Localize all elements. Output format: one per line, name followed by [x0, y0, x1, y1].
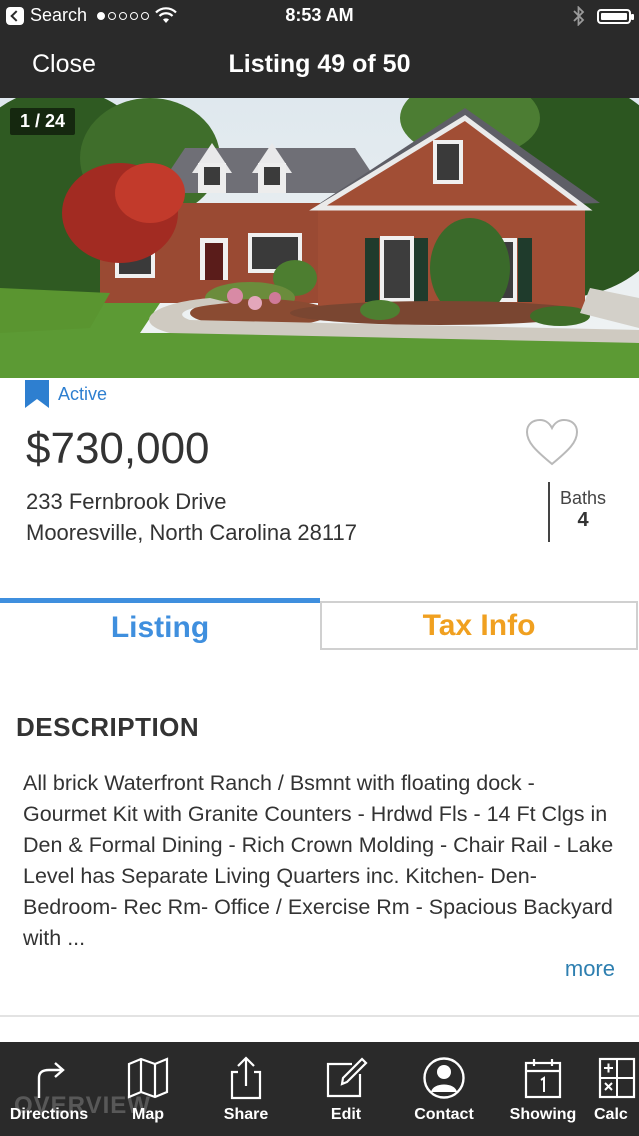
favorite-heart-icon[interactable] — [525, 418, 579, 468]
directions-label: Directions — [9, 1106, 89, 1123]
section-divider — [0, 1015, 639, 1017]
showing-button[interactable]: Showing — [495, 1056, 591, 1124]
description-text: All brick Waterfront Ranch / Bsmnt with … — [23, 771, 614, 950]
listing-status: Active — [24, 380, 107, 408]
contact-button[interactable]: Contact — [396, 1056, 492, 1124]
share-icon — [230, 1056, 262, 1100]
calendar-icon — [524, 1059, 562, 1099]
baths-value: 4 — [577, 509, 589, 531]
listing-photo[interactable]: 1 / 24 — [0, 98, 639, 378]
map-label: Map — [132, 1106, 164, 1123]
baths-summary: Baths 4 — [548, 482, 606, 542]
edit-icon — [326, 1057, 368, 1098]
share-label: Share — [223, 1106, 269, 1123]
calc-button[interactable]: Calc — [594, 1056, 639, 1124]
share-button[interactable]: Share — [198, 1056, 294, 1124]
bookmark-icon — [25, 380, 49, 408]
tab-listing[interactable]: Listing — [0, 598, 320, 652]
bottom-toolbar: OVERVIEW Directions Map Share Edit Conta… — [0, 1042, 639, 1136]
listing-price: $730,000 — [26, 424, 210, 473]
directions-arrow-icon — [37, 1062, 65, 1098]
edit-button[interactable]: Edit — [298, 1056, 394, 1124]
baths-label: Baths — [560, 488, 607, 508]
address-line-1: 233 Fernbrook Drive — [26, 489, 227, 514]
bluetooth-icon — [573, 6, 585, 26]
map-icon — [127, 1057, 169, 1099]
navigation-bar: Close Listing 49 of 50 — [0, 32, 639, 98]
tab-tax-info[interactable]: Tax Info — [320, 601, 638, 650]
contact-icon — [423, 1057, 465, 1099]
address-line-2: Mooresville, North Carolina 28117 — [26, 520, 357, 545]
status-right — [573, 6, 634, 26]
more-link[interactable]: more — [565, 956, 615, 982]
status-label: Active — [58, 383, 108, 404]
calculator-icon — [598, 1057, 636, 1099]
directions-button[interactable]: Directions — [1, 1056, 97, 1124]
status-time: 8:53 AM — [285, 5, 354, 25]
description-heading: DESCRIPTION — [16, 712, 200, 742]
battery-icon — [597, 8, 634, 24]
map-button[interactable]: Map — [100, 1056, 196, 1124]
house-photo-image — [0, 98, 639, 378]
contact-label: Contact — [414, 1106, 474, 1123]
detail-tabs: Listing Tax Info — [0, 598, 639, 652]
edit-label: Edit — [330, 1106, 362, 1123]
status-bar: Search 8:53 AM — [0, 0, 639, 32]
showing-label: Showing — [509, 1106, 577, 1123]
calc-label: Calc — [594, 1106, 628, 1123]
page-title: Listing 49 of 50 — [228, 50, 411, 78]
photo-counter: 1 / 24 — [10, 108, 76, 135]
